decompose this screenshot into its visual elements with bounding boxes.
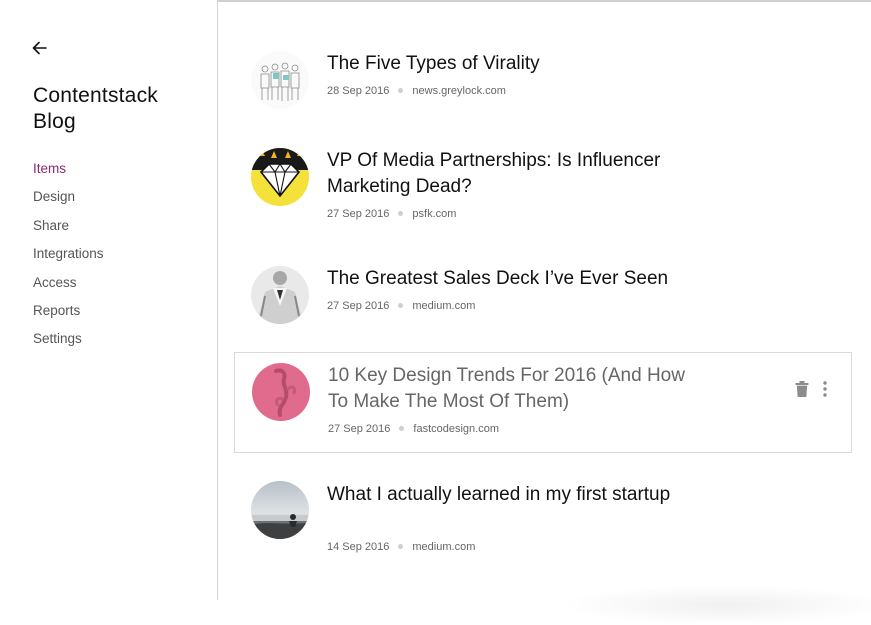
list-item[interactable]: The Five Types of Virality 28 Sep 2016 ne… xyxy=(234,40,852,120)
list-item[interactable]: 10 Key Design Trends For 2016 (And How T… xyxy=(234,352,852,453)
list-item[interactable]: The Greatest Sales Deck I’ve Ever Seen 2… xyxy=(234,255,852,340)
delete-button[interactable] xyxy=(795,381,809,402)
item-meta: 27 Sep 2016 fastcodesign.com xyxy=(328,423,499,435)
item-date: 28 Sep 2016 xyxy=(327,85,390,97)
item-thumbnail xyxy=(251,148,309,206)
clipped-previous-item-meta xyxy=(327,0,348,4)
sidebar-item-reports[interactable]: Reports xyxy=(33,302,104,330)
sidebar-item-integrations[interactable]: Integrations xyxy=(33,245,104,273)
item-title: 10 Key Design Trends For 2016 (And How T… xyxy=(328,365,685,412)
list-item[interactable]: VP Of Media Partnerships: Is Influencer … xyxy=(234,137,852,237)
item-date: 14 Sep 2016 xyxy=(327,541,390,553)
arrow-left-icon xyxy=(32,41,47,55)
sidebar-item-items[interactable]: Items xyxy=(33,160,104,188)
item-date: 27 Sep 2016 xyxy=(328,423,391,435)
item-title: VP Of Media Partnerships: Is Influencer … xyxy=(327,150,661,197)
back-button[interactable] xyxy=(30,38,50,58)
item-meta: 27 Sep 2016 medium.com xyxy=(327,300,475,312)
item-source: medium.com xyxy=(412,541,476,553)
item-actions xyxy=(795,381,827,402)
item-source: medium.com xyxy=(412,300,476,312)
item-title: The Five Types of Virality xyxy=(327,53,540,74)
item-title: The Greatest Sales Deck I’ve Ever Seen xyxy=(327,268,669,289)
item-thumbnail xyxy=(251,481,309,539)
item-date: 27 Sep 2016 xyxy=(327,208,390,220)
item-source: news.greylock.com xyxy=(412,85,506,97)
page-title: Contentstack Blog xyxy=(33,84,158,133)
sidebar-item-access[interactable]: Access xyxy=(33,274,104,302)
item-meta: 14 Sep 2016 medium.com xyxy=(327,541,475,553)
list-item[interactable]: What I actually learned in my first star… xyxy=(234,471,852,571)
floating-panel-shadow xyxy=(560,585,871,625)
item-title: What I actually learned in my first star… xyxy=(327,484,671,505)
item-meta: 28 Sep 2016 news.greylock.com xyxy=(327,85,506,97)
item-source: psfk.com xyxy=(412,208,457,220)
sidebar-nav: Items Design Share Integrations Access R… xyxy=(33,160,104,359)
sidebar: Contentstack Blog Items Design Share Int… xyxy=(0,0,218,600)
sidebar-item-share[interactable]: Share xyxy=(33,217,104,245)
item-meta: 27 Sep 2016 psfk.com xyxy=(327,208,456,220)
item-thumbnail xyxy=(252,363,310,421)
item-thumbnail xyxy=(251,266,309,324)
sidebar-item-settings[interactable]: Settings xyxy=(33,330,104,358)
more-options-button[interactable] xyxy=(823,381,827,402)
more-vertical-icon xyxy=(823,381,827,397)
item-thumbnail xyxy=(251,51,309,109)
item-date: 27 Sep 2016 xyxy=(327,300,390,312)
item-source: fastcodesign.com xyxy=(413,423,499,435)
sidebar-item-design[interactable]: Design xyxy=(33,188,104,216)
top-divider xyxy=(218,0,871,2)
trash-icon xyxy=(795,381,809,397)
